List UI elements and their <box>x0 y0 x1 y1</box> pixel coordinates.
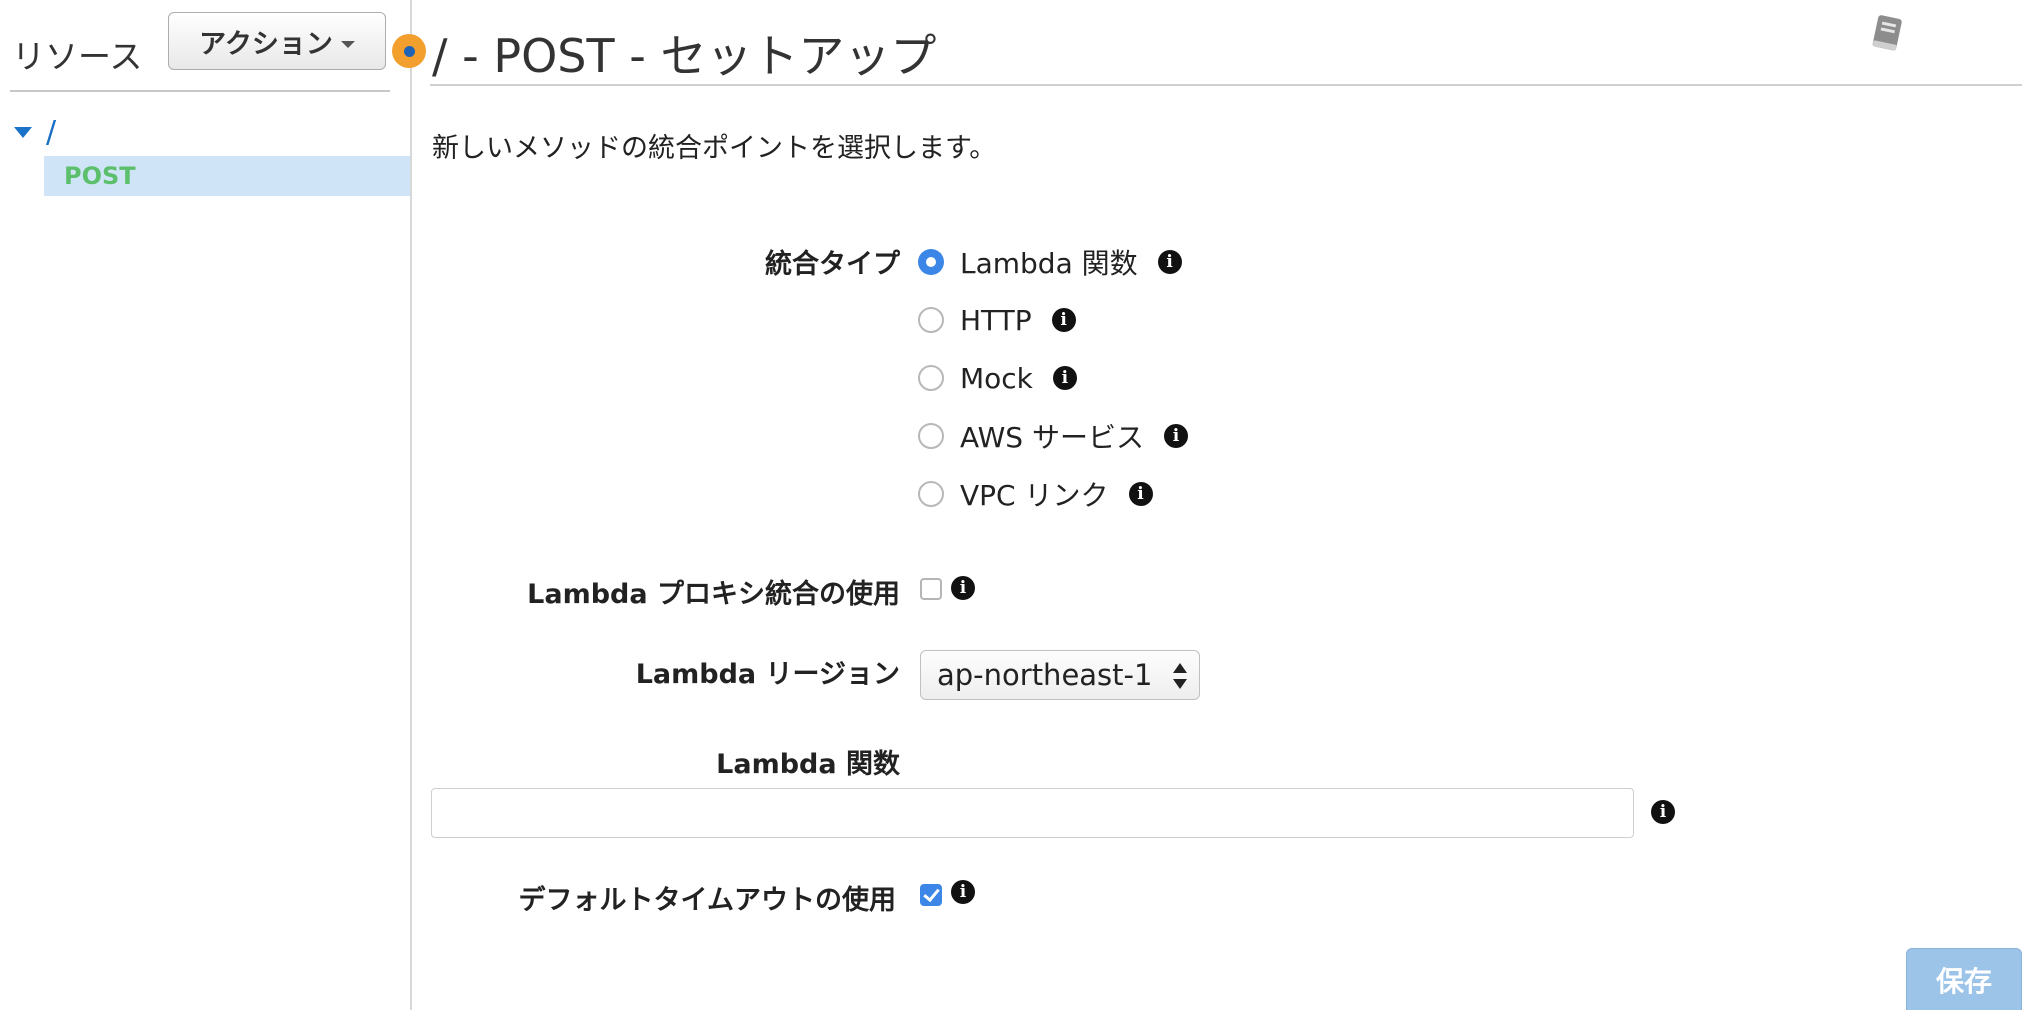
info-icon[interactable]: i <box>1651 800 1675 824</box>
tree-expand-caret-icon[interactable] <box>14 126 32 138</box>
orange-dot-center <box>403 45 415 57</box>
radio-lambda-function[interactable]: Lambda 関数 i <box>918 242 1182 282</box>
radio-label: Lambda 関数 <box>960 247 1138 280</box>
actions-dropdown-button[interactable]: アクション <box>168 12 386 70</box>
radio-button[interactable] <box>918 249 944 275</box>
select-arrows-icon <box>1173 663 1187 689</box>
default-timeout-label: デフォルトタイムアウトの使用 <box>518 885 896 916</box>
page-description: 新しいメソッドの統合ポイントを選択します。 <box>432 133 997 164</box>
resources-title: リソース <box>12 37 143 76</box>
info-icon[interactable]: i <box>1128 482 1153 506</box>
info-icon[interactable]: i <box>951 576 975 600</box>
caret-down-icon <box>340 40 355 48</box>
api-gateway-method-setup: リソース アクション / POST / - POST - セットアップ 新しいメ… <box>0 0 2036 1010</box>
integration-type-label: 統合タイプ <box>765 249 900 280</box>
lambda-region-value: ap-northeast-1 <box>937 658 1153 692</box>
resource-root-label: / <box>46 114 57 150</box>
sidebar-divider <box>10 90 390 92</box>
radio-button[interactable] <box>918 423 944 449</box>
info-icon[interactable]: i <box>1052 366 1077 390</box>
lambda-region-select[interactable]: ap-northeast-1 <box>920 650 1200 700</box>
orange-dot-icon[interactable] <box>392 34 426 68</box>
lambda-region-label: Lambda リージョン <box>635 659 900 690</box>
info-icon[interactable]: i <box>951 880 975 904</box>
info-icon[interactable]: i <box>1051 308 1076 332</box>
resource-tree-root[interactable]: / <box>14 114 57 150</box>
radio-vpc-link[interactable]: VPC リンク i <box>918 474 1153 514</box>
lambda-function-input[interactable] <box>431 788 1634 838</box>
radio-http[interactable]: HTTP i <box>918 300 1076 340</box>
radio-label: HTTP <box>960 303 1032 337</box>
lambda-proxy-label: Lambda プロキシ統合の使用 <box>527 579 900 610</box>
resources-panel: リソース アクション / POST <box>0 0 412 1010</box>
default-timeout-checkbox[interactable] <box>920 884 942 906</box>
info-icon[interactable]: i <box>1157 250 1182 274</box>
save-button[interactable]: 保存 <box>1906 948 2022 1010</box>
radio-label: VPC リンク <box>960 479 1109 512</box>
radio-label: AWS サービス <box>960 421 1144 454</box>
radio-aws-service[interactable]: AWS サービス i <box>918 416 1188 456</box>
resource-method-label: POST <box>64 162 136 190</box>
radio-button[interactable] <box>918 365 944 391</box>
title-divider <box>430 84 2022 86</box>
radio-label: Mock <box>960 361 1033 395</box>
book-icon[interactable] <box>1866 12 1910 56</box>
lambda-proxy-checkbox[interactable] <box>920 578 942 600</box>
lambda-function-label: Lambda 関数 <box>716 749 900 780</box>
actions-button-label: アクション <box>199 28 333 60</box>
radio-mock[interactable]: Mock i <box>918 358 1077 398</box>
info-icon[interactable]: i <box>1163 424 1188 448</box>
resource-method-post[interactable]: POST <box>44 156 410 196</box>
page-title: / - POST - セットアップ <box>432 29 937 83</box>
radio-button[interactable] <box>918 307 944 333</box>
radio-button[interactable] <box>918 481 944 507</box>
